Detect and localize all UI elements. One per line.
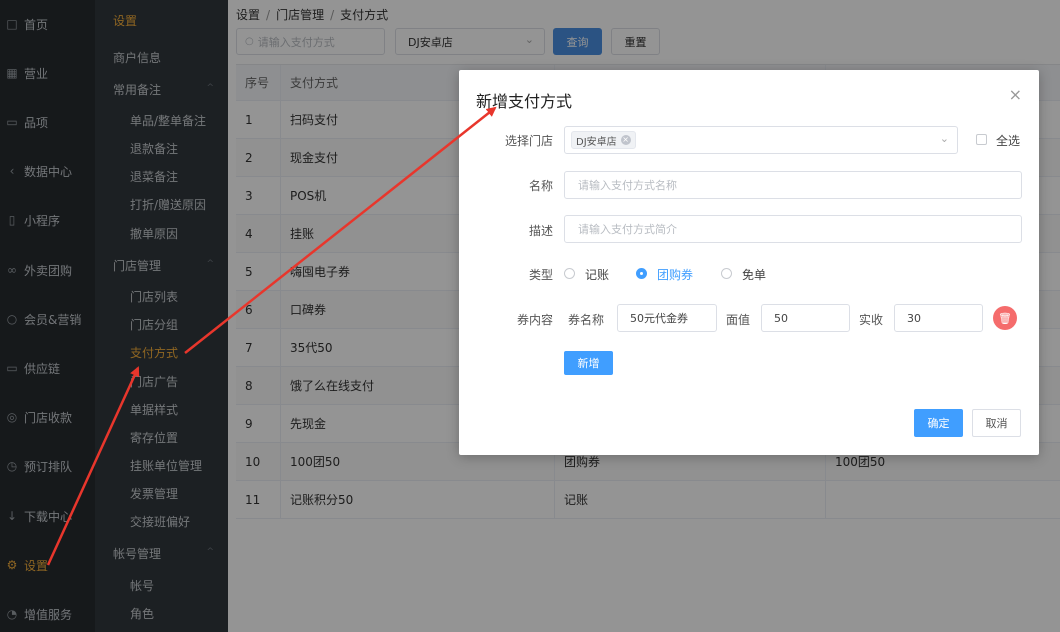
type-radio-bookkeeping[interactable] <box>564 268 575 279</box>
store-label: 选择门店 <box>504 134 553 148</box>
actual-input[interactable]: 30 <box>894 304 983 332</box>
close-icon[interactable]: × <box>1009 85 1022 104</box>
face-value-label: 面值 <box>726 313 751 327</box>
store-tag: DJ安卓店 × <box>571 131 636 149</box>
type-radio-label[interactable]: 团购券 <box>657 266 693 283</box>
type-radio-label[interactable]: 免单 <box>742 266 766 283</box>
store-tag-label: DJ安卓店 <box>576 136 617 148</box>
type-radio-label[interactable]: 记账 <box>585 266 609 283</box>
actual-label: 实收 <box>859 313 884 327</box>
name-label: 名称 <box>528 179 553 193</box>
actual-value: 30 <box>907 311 921 325</box>
coupon-label: 券内容 <box>516 313 553 327</box>
trash-icon: 🗑 <box>998 311 1012 325</box>
dialog-title: 新增支付方式 <box>476 92 573 111</box>
select-all-label[interactable]: 全选 <box>996 132 1020 149</box>
face-value-input[interactable]: 50 <box>761 304 850 332</box>
confirm-button[interactable]: 确定 <box>914 409 963 437</box>
desc-input[interactable]: 请输入支付方式简介 <box>564 215 1022 243</box>
desc-placeholder: 请输入支付方式简介 <box>578 223 677 236</box>
tag-close-icon[interactable]: × <box>620 135 631 145</box>
select-all-checkbox[interactable] <box>976 134 987 145</box>
type-radio-group-coupon[interactable] <box>636 268 647 279</box>
add-coupon-button[interactable]: 新增 <box>564 351 613 375</box>
cancel-button[interactable]: 取消 <box>972 409 1021 437</box>
face-value: 50 <box>774 311 788 325</box>
name-input[interactable]: 请输入支付方式名称 <box>564 171 1022 199</box>
name-placeholder: 请输入支付方式名称 <box>578 179 677 192</box>
coupon-name-input[interactable]: 50元代金券 <box>617 304 717 332</box>
add-payment-method-dialog: 新增支付方式 × 选择门店 DJ安卓店 × ⌄ 全选 名称 请输入支付方式名称 … <box>459 70 1039 455</box>
coupon-name-value: 50元代金券 <box>630 312 688 325</box>
delete-coupon-button[interactable]: 🗑 <box>993 306 1017 330</box>
coupon-name-label: 券名称 <box>568 313 605 327</box>
chevron-down-icon: ⌄ <box>939 132 949 145</box>
type-label: 类型 <box>528 268 553 282</box>
store-multi-select[interactable]: DJ安卓店 × ⌄ <box>564 126 958 154</box>
desc-label: 描述 <box>528 224 553 238</box>
type-radio-free[interactable] <box>721 268 732 279</box>
